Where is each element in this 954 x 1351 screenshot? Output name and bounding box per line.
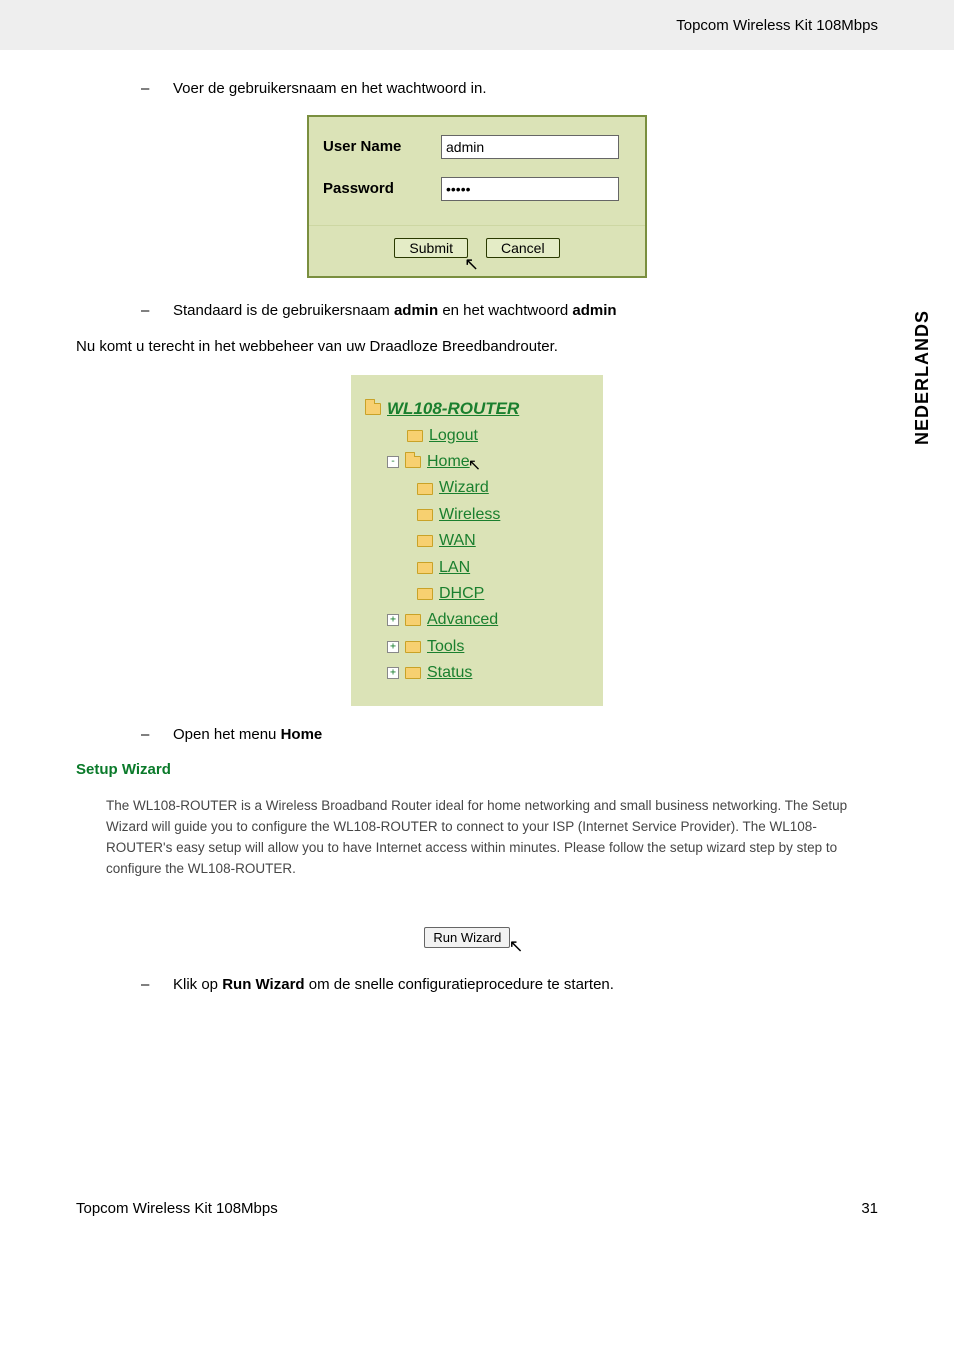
- password-input[interactable]: [441, 177, 619, 201]
- nav-tree: WL108-ROUTER Logout - Home ↖ Wizard Wire…: [351, 375, 603, 707]
- cursor-icon: ↖: [509, 936, 524, 956]
- login-panel: User Name Password Submit Cancel ↖: [307, 115, 647, 278]
- folder-icon: [405, 667, 421, 679]
- tree-dhcp[interactable]: DHCP: [365, 581, 591, 607]
- tree-lan[interactable]: LAN: [365, 555, 591, 581]
- tree-tools[interactable]: + Tools: [365, 634, 591, 660]
- expand-icon[interactable]: +: [387, 641, 399, 653]
- setup-wizard-heading: Setup Wizard: [76, 761, 878, 778]
- instruction-list-1: Voer de gebruikersnaam en het wachtwoord…: [76, 78, 878, 101]
- folder-icon: [417, 562, 433, 574]
- tree-root[interactable]: WL108-ROUTER: [365, 395, 591, 423]
- instruction-list-2: Standaard is de gebruikersnaam admin en …: [76, 300, 878, 323]
- tree-wan[interactable]: WAN: [365, 528, 591, 554]
- tree-wan-link[interactable]: WAN: [439, 528, 476, 554]
- footer-title: Topcom Wireless Kit 108Mbps: [76, 1200, 278, 1217]
- tree-status[interactable]: + Status: [365, 660, 591, 686]
- instruction-list-3: Open het menu Home: [76, 724, 878, 747]
- run-wizard-button[interactable]: Run Wizard: [424, 927, 510, 948]
- folder-icon: [407, 430, 423, 442]
- tree-home[interactable]: - Home ↖: [365, 449, 591, 475]
- page-body: NEDERLANDS Voer de gebruikersnaam en het…: [0, 50, 954, 1257]
- instruction-click-wizard: Klik op Run Wizard om de snelle configur…: [141, 974, 878, 997]
- tree-dhcp-link[interactable]: DHCP: [439, 581, 484, 607]
- tree-tools-link[interactable]: Tools: [427, 634, 464, 660]
- tree-wizard-link[interactable]: Wizard: [439, 475, 489, 501]
- instruction-default-creds: Standaard is de gebruikersnaam admin en …: [141, 300, 878, 323]
- folder-icon: [405, 614, 421, 626]
- password-label: Password: [323, 180, 441, 197]
- tree-status-link[interactable]: Status: [427, 660, 472, 686]
- tree-advanced-link[interactable]: Advanced: [427, 607, 498, 633]
- header-bar: Topcom Wireless Kit 108Mbps: [0, 0, 954, 50]
- folder-icon: [405, 641, 421, 653]
- page-number: 31: [861, 1200, 878, 1217]
- setup-wizard-description: The WL108-ROUTER is a Wireless Broadband…: [76, 796, 878, 880]
- page-footer: Topcom Wireless Kit 108Mbps 31: [76, 1010, 878, 1217]
- cancel-button[interactable]: Cancel: [486, 238, 560, 258]
- expand-icon[interactable]: +: [387, 614, 399, 626]
- cursor-hand-icon: ↖: [468, 453, 481, 479]
- folder-icon: [417, 483, 433, 495]
- tree-logout-link[interactable]: Logout: [429, 423, 478, 449]
- submit-button[interactable]: Submit: [394, 238, 468, 258]
- username-label: User Name: [323, 138, 441, 155]
- expand-icon[interactable]: +: [387, 667, 399, 679]
- folder-icon: [417, 509, 433, 521]
- collapse-icon[interactable]: -: [387, 456, 399, 468]
- tree-root-link[interactable]: WL108-ROUTER: [387, 395, 519, 423]
- instruction-enter-creds: Voer de gebruikersnaam en het wachtwoord…: [141, 78, 878, 101]
- tree-logout[interactable]: Logout: [365, 423, 591, 449]
- header-title: Topcom Wireless Kit 108Mbps: [676, 17, 878, 34]
- tree-home-link[interactable]: Home: [427, 449, 470, 475]
- username-input[interactable]: [441, 135, 619, 159]
- tree-wireless-link[interactable]: Wireless: [439, 502, 500, 528]
- folder-open-icon: [365, 403, 381, 415]
- tree-advanced[interactable]: + Advanced: [365, 607, 591, 633]
- web-admin-intro: Nu komt u terecht in het webbeheer van u…: [76, 336, 878, 359]
- tree-lan-link[interactable]: LAN: [439, 555, 470, 581]
- folder-icon: [417, 588, 433, 600]
- folder-open-icon: [405, 456, 421, 468]
- instruction-list-4: Klik op Run Wizard om de snelle configur…: [76, 974, 878, 997]
- folder-icon: [417, 535, 433, 547]
- language-tab: NEDERLANDS: [912, 310, 933, 445]
- instruction-open-menu: Open het menu Home: [141, 724, 878, 747]
- tree-wireless[interactable]: Wireless: [365, 502, 591, 528]
